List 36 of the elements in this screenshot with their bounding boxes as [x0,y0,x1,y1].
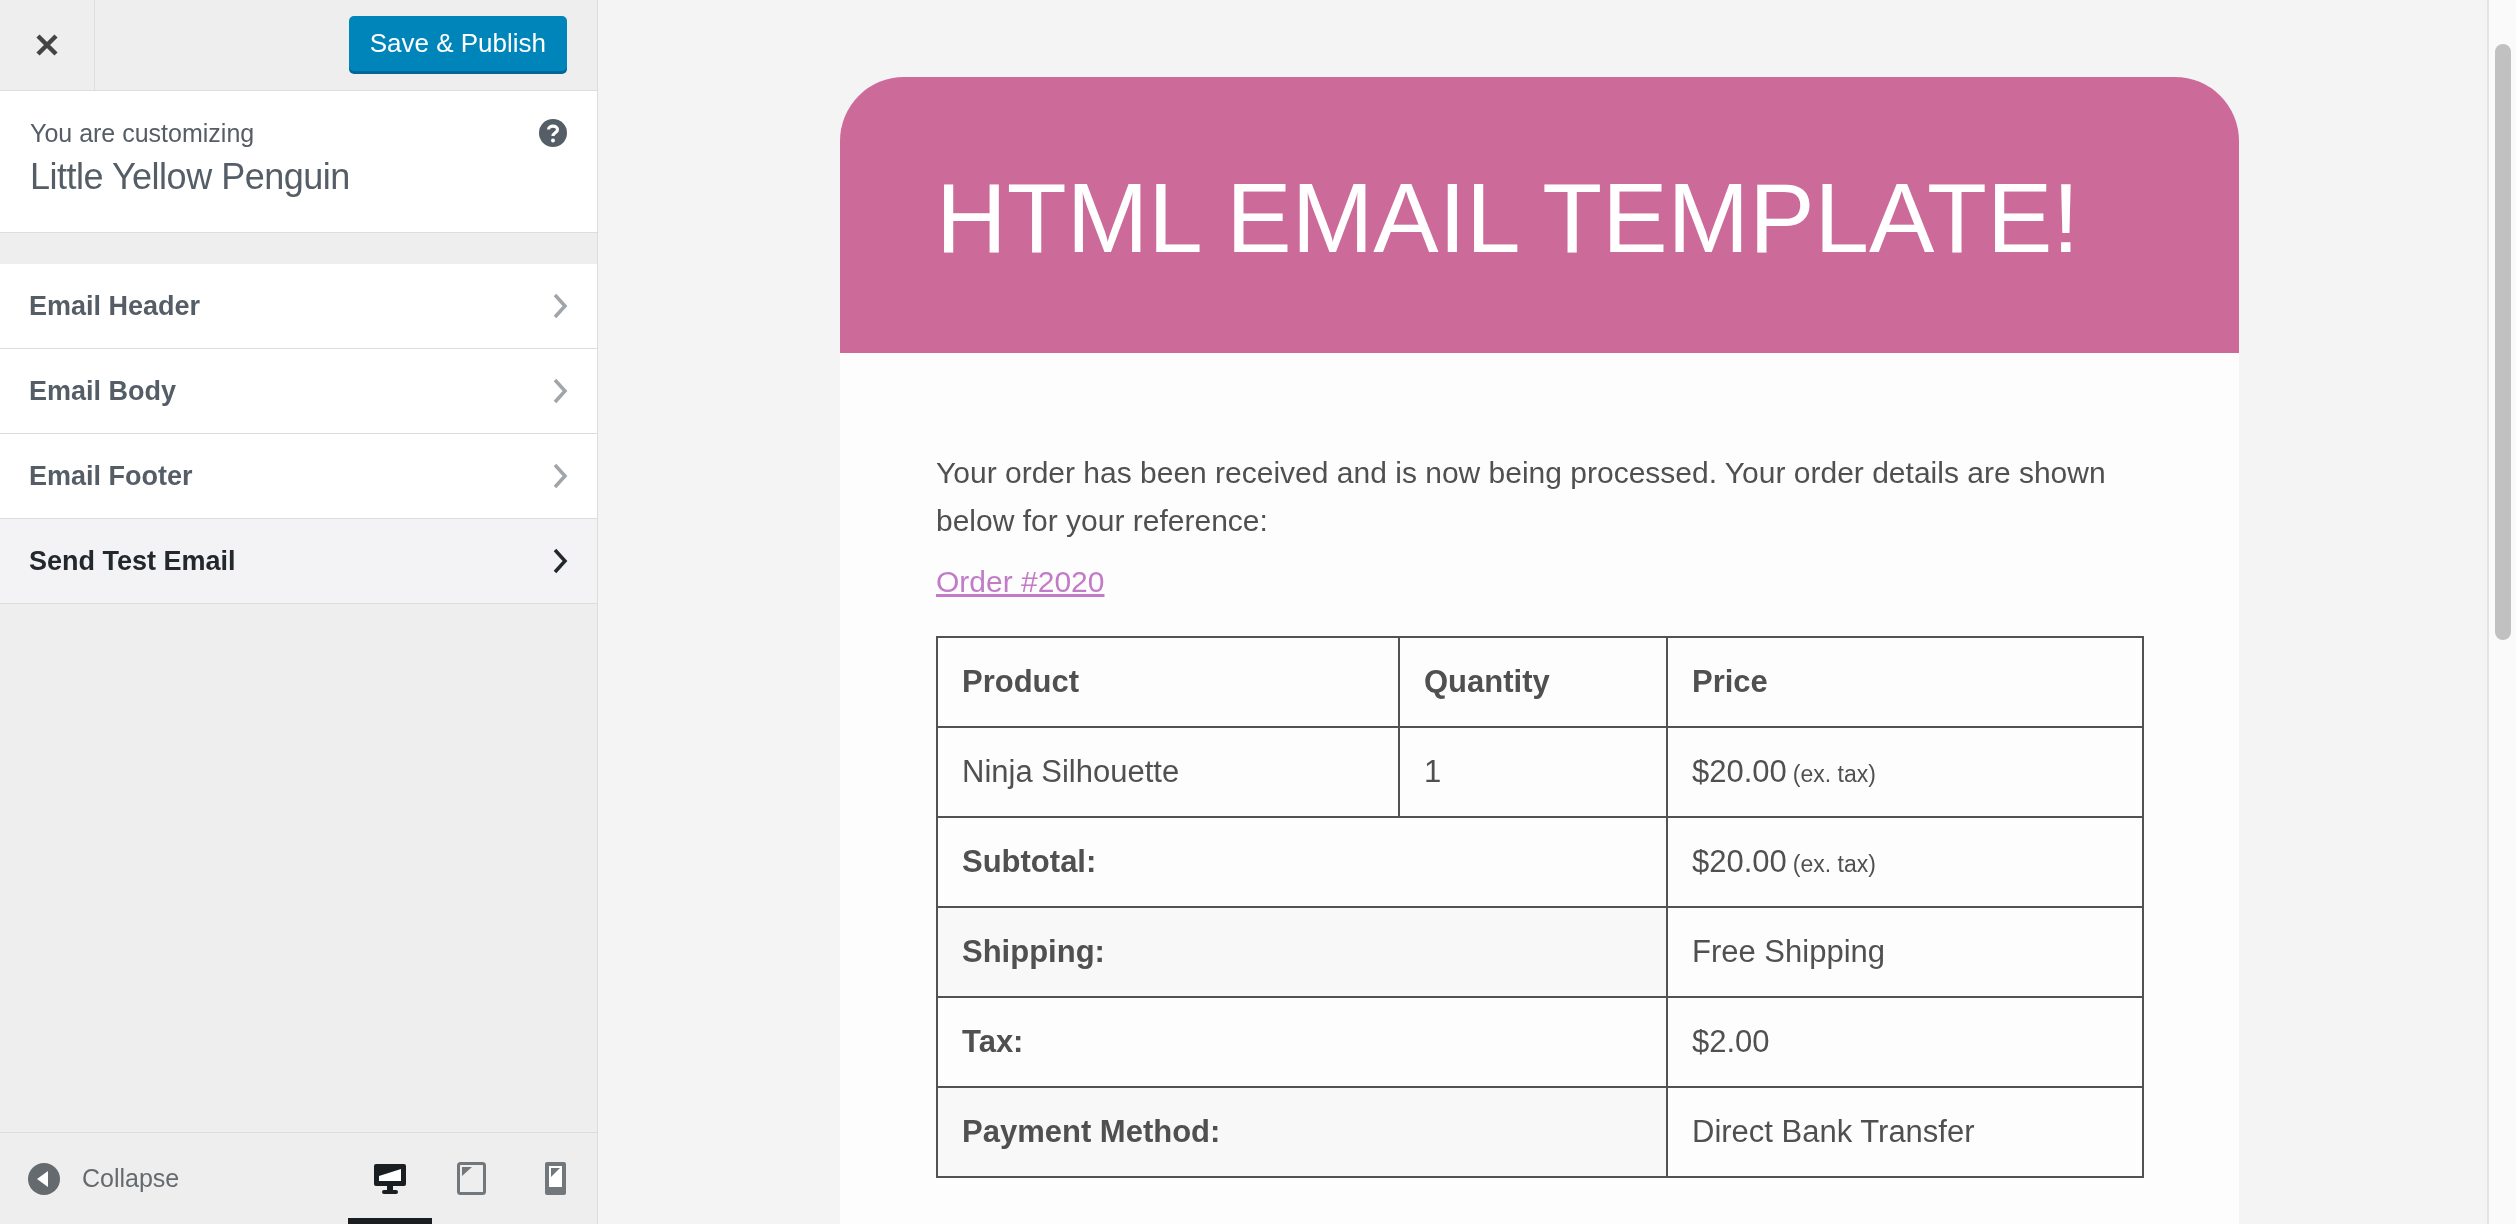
column-header: Product [937,637,1399,727]
collapse-button[interactable]: Collapse [28,1162,180,1195]
section-item[interactable]: Email Footer [0,434,597,519]
table-cell: 1 [1399,727,1667,817]
customizing-label: You are customizing [30,119,256,148]
section-item[interactable]: Email Header [0,264,597,349]
close-icon [35,33,59,57]
chevron-icon [552,377,568,405]
site-title: Little Yellow Penguin [30,156,351,198]
chevron-icon [552,292,568,320]
price-text: $20.00 [1692,844,1787,879]
tax-note: (ex. tax) [1792,761,1876,787]
table-cell: Ninja Silhouette [937,727,1399,817]
table-cell: Direct Bank Transfer [1667,1087,2143,1177]
table-cell: Payment Method: [937,1087,1667,1177]
intro-text: Your order has been received and is now being processed. Your order details are shown below for your reference: [936,455,2107,539]
section-item[interactable]: Send Test Email [0,519,597,604]
save-publish-button[interactable]: Save & Publish [348,16,567,71]
chevron-icon [552,462,568,490]
scrollbar[interactable] [2487,0,2516,1224]
table-cell: Shipping: [937,907,1667,997]
tablet-icon [456,1162,486,1195]
tax-note: (ex. tax) [1792,851,1876,877]
collapse-icon [28,1162,60,1195]
table-cell: $2.00 [1667,997,2143,1087]
email-heading: HTML EMAIL TEMPLATE! [936,165,2081,273]
chevron-icon [552,547,568,575]
price-text: $20.00 [1692,754,1787,789]
help-icon[interactable] [539,119,567,147]
column-header: Quantity [1399,637,1667,727]
scrollbar-thumb[interactable] [2494,44,2511,640]
column-header: Price [1667,637,2143,727]
desktop-icon [373,1162,407,1195]
phone-icon [544,1162,566,1195]
section-item[interactable]: Email Body [0,349,597,434]
table-cell: Free Shipping [1667,907,2143,997]
